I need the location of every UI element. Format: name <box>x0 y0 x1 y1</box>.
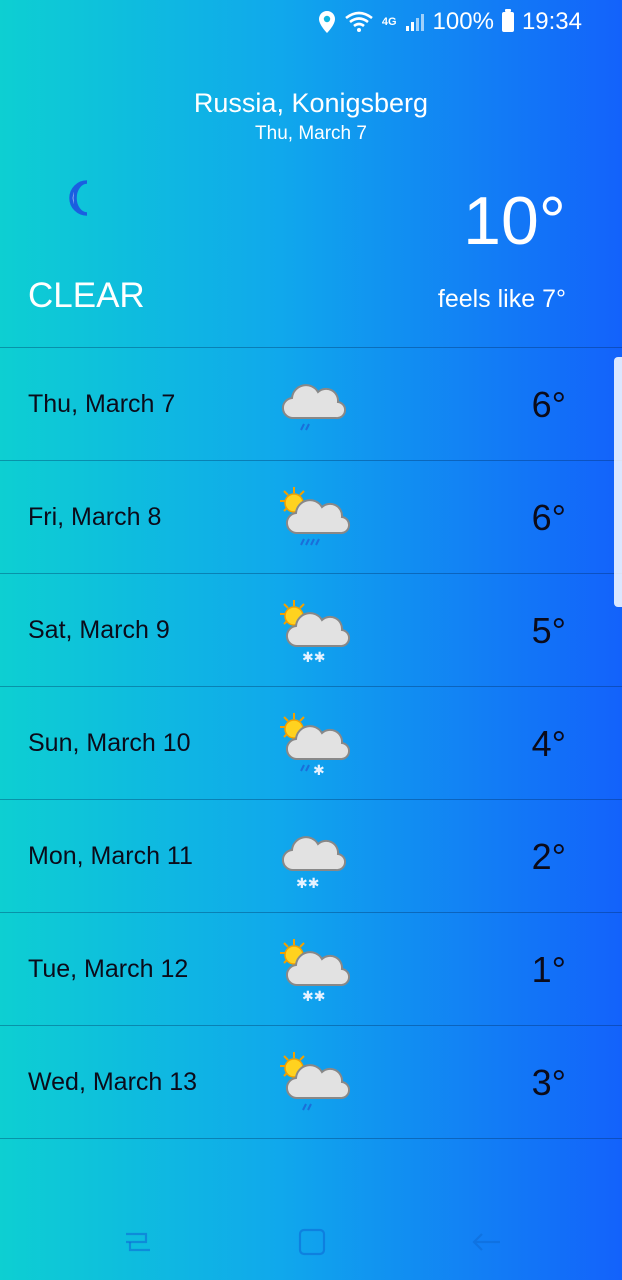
forecast-temperature: 2° <box>531 836 566 877</box>
forecast-date: Sat, March 9 <box>28 616 170 644</box>
status-bar: 4G 100% 19:34 <box>0 0 622 42</box>
forecast-temperature: 1° <box>531 949 566 990</box>
forecast-row[interactable]: Wed, March 13 3° <box>0 1025 622 1139</box>
forecast-row[interactable]: Thu, March 7 6° <box>0 347 622 460</box>
navigation-bar <box>0 1200 622 1280</box>
forecast-date: Fri, March 8 <box>28 503 162 531</box>
forecast-row[interactable]: Sat, March 9 ✱✱ 5° <box>0 573 622 686</box>
forecast-temperature: 5° <box>531 610 566 651</box>
sun-cloud-sleet-icon: ✱ <box>280 713 351 779</box>
clock: 19:34 <box>521 8 582 35</box>
svg-text:✱: ✱ <box>313 763 325 779</box>
forecast-temperature: 6° <box>531 497 566 538</box>
sun-cloud-snow-icon: ✱✱ <box>280 600 351 666</box>
forecast-date: Wed, March 13 <box>28 1068 198 1096</box>
battery-icon <box>501 9 514 32</box>
cloud-snow-icon: ✱✱ <box>282 836 347 892</box>
forecast-list[interactable]: Thu, March 7 6° Fri, March 8 6° Sat, Mar… <box>0 347 622 1139</box>
forecast-date: Mon, March 11 <box>28 842 193 870</box>
svg-text:✱✱: ✱✱ <box>296 876 319 892</box>
wifi-icon <box>345 11 373 32</box>
current-temperature: 10° <box>463 183 566 259</box>
current-date: Thu, March 7 <box>255 123 367 144</box>
moon-icon <box>69 180 88 216</box>
home-icon[interactable] <box>292 1222 332 1262</box>
sun-cloud-rain-icon <box>280 487 351 546</box>
forecast-row[interactable]: Fri, March 8 6° <box>0 460 622 573</box>
recent-apps-icon[interactable] <box>118 1222 158 1262</box>
forecast-row[interactable]: Tue, March 12 ✱✱ 1° <box>0 912 622 1025</box>
feels-like-text: feels like 7° <box>437 285 566 313</box>
network-type-label: 4G <box>381 16 397 28</box>
signal-icon <box>405 14 424 31</box>
forecast-temperature: 6° <box>531 384 566 425</box>
forecast-temperature: 3° <box>531 1062 566 1103</box>
sun-cloud-snow-icon: ✱✱ <box>280 939 351 1005</box>
location-icon <box>318 11 335 33</box>
forecast-date: Thu, March 7 <box>28 390 176 418</box>
location-title: Russia, Konigsberg <box>193 88 429 118</box>
forecast-date: Tue, March 12 <box>28 955 189 983</box>
scrollbar[interactable] <box>614 357 622 607</box>
cloud-rain-icon <box>282 384 347 431</box>
forecast-temperature: 4° <box>531 723 566 764</box>
forecast-date: Sun, March 10 <box>28 729 191 757</box>
sun-cloud-rain-icon <box>280 1052 351 1111</box>
svg-text:✱✱: ✱✱ <box>302 650 325 666</box>
forecast-row[interactable]: Mon, March 11 ✱✱ 2° <box>0 799 622 912</box>
back-icon[interactable] <box>466 1222 506 1262</box>
current-condition: CLEAR <box>28 276 145 315</box>
forecast-row[interactable]: Sun, March 10 ✱ 4° <box>0 686 622 799</box>
status-icons: 4G 100% 19:34 <box>318 8 582 36</box>
svg-text:✱✱: ✱✱ <box>302 989 325 1005</box>
battery-percent: 100% <box>432 8 494 35</box>
